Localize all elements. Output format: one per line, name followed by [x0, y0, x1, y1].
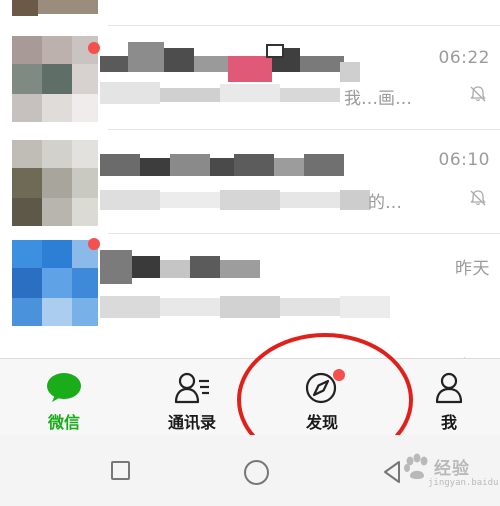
chat-time: 06:22	[438, 48, 490, 68]
contacts-icon	[174, 372, 209, 404]
chat-name-redacted	[100, 250, 132, 284]
chat-preview-end: 我…画…	[344, 89, 412, 109]
chat-preview-redacted	[100, 82, 160, 104]
avatar-fragment	[38, 0, 98, 14]
home-icon[interactable]	[244, 460, 269, 485]
chat-preview-redacted	[100, 296, 160, 318]
tab-label: 微信	[47, 413, 80, 432]
avatar-fragment	[12, 0, 38, 16]
wechat-screen: 我…画… 06:22 的… 06:10 昨天 微信 通讯录 发现 我 经验 ji…	[0, 0, 500, 506]
watermark-url: jingyan.baidu.com	[428, 478, 500, 488]
mute-icon	[470, 190, 486, 206]
avatar	[12, 36, 98, 122]
chat-time: 昨天	[455, 259, 490, 279]
tab-contacts[interactable]: 通讯录	[137, 359, 247, 435]
chat-item-3[interactable]: 昨天	[0, 234, 500, 338]
recent-apps-icon[interactable]	[111, 461, 130, 480]
chat-preview-redacted	[100, 190, 160, 210]
chat-item-2[interactable]: 的… 06:10	[0, 130, 500, 234]
chat-preview-end: 的…	[368, 193, 402, 213]
baidu-jingyan-watermark: 经验 jingyan.baidu.com	[398, 448, 500, 498]
watermark-text: 经验	[434, 459, 470, 479]
chat-time: 06:10	[438, 150, 490, 170]
person-icon	[435, 372, 463, 404]
chat-item-partial-top[interactable]	[0, 0, 500, 26]
tab-chats[interactable]: 微信	[9, 359, 119, 435]
chat-name-redacted	[100, 56, 128, 72]
chat-list[interactable]: 我…画… 06:22 的… 06:10 昨天	[0, 0, 500, 360]
chat-item-1[interactable]: 我…画… 06:22	[0, 26, 500, 130]
mute-icon	[470, 86, 486, 102]
unread-badge	[88, 238, 100, 250]
chat-bubble-icon	[47, 373, 81, 402]
chat-name-redacted	[100, 154, 140, 176]
avatar	[12, 140, 98, 226]
unread-badge	[88, 42, 100, 54]
avatar	[12, 240, 98, 326]
tab-label: 通讯录	[167, 413, 216, 432]
